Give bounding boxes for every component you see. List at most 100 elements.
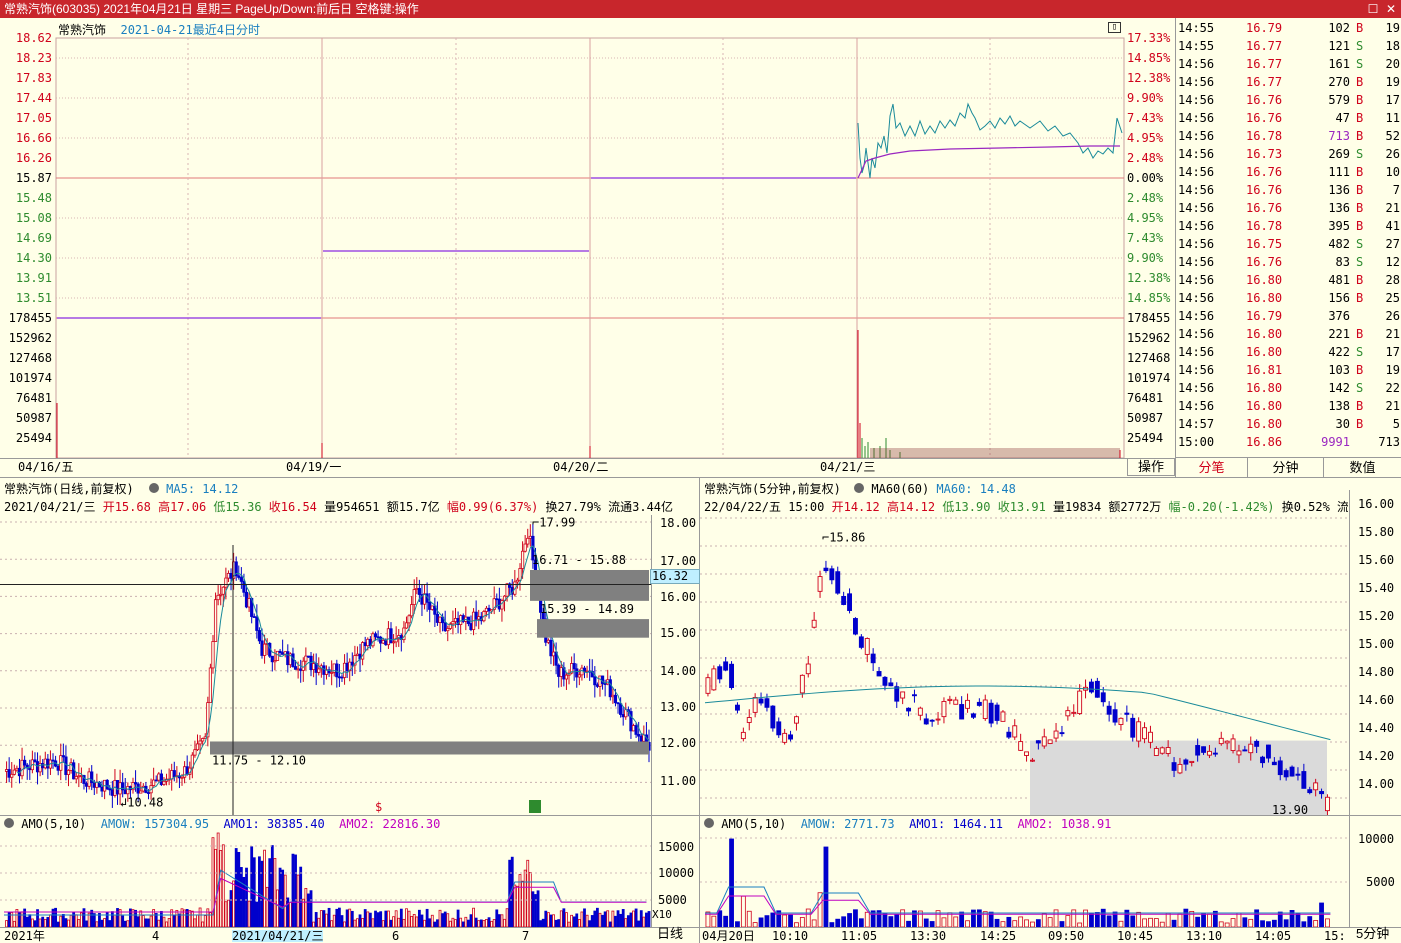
tick-side: B bbox=[1356, 165, 1364, 179]
amo-bar bbox=[853, 909, 858, 927]
amo-bar bbox=[172, 914, 176, 927]
tick-price: 16.80 bbox=[1246, 381, 1283, 395]
candle bbox=[273, 660, 277, 663]
candle bbox=[770, 705, 776, 729]
amo-bar bbox=[167, 918, 171, 927]
candle bbox=[224, 577, 228, 588]
amo-bar bbox=[570, 914, 573, 927]
amo-bar bbox=[601, 914, 604, 927]
candle bbox=[1089, 681, 1094, 693]
tick-volume: 121 bbox=[1328, 39, 1350, 53]
tick-time: 14:57 bbox=[1178, 417, 1215, 431]
candle bbox=[941, 700, 947, 718]
amo-bar bbox=[513, 884, 517, 927]
amo-bar bbox=[1248, 918, 1254, 927]
tick-row: 14:56 16.80 142 S 22 bbox=[1178, 379, 1400, 397]
candle bbox=[1100, 692, 1106, 703]
amo-bar bbox=[389, 919, 393, 927]
candle bbox=[77, 775, 81, 778]
amo-2: AMO2: 1038.91 bbox=[1017, 817, 1112, 831]
info-field: 流通3.44亿 bbox=[608, 500, 674, 514]
candle bbox=[523, 543, 527, 552]
amo-bar bbox=[46, 917, 50, 927]
min5-kline-chart[interactable]: ⌐15.86 13.90 bbox=[700, 515, 1349, 815]
amo-bar bbox=[353, 919, 357, 927]
tick-count: 26 bbox=[1385, 309, 1400, 323]
candle bbox=[1047, 739, 1053, 744]
candle bbox=[1295, 773, 1301, 776]
tick-row: 14:56 16.76 47 B 11 bbox=[1178, 109, 1400, 127]
tick-time: 14:56 bbox=[1178, 255, 1215, 269]
tab-minutes[interactable]: 分钟 bbox=[1247, 458, 1323, 478]
candle bbox=[322, 665, 326, 675]
tick-count: 5 bbox=[1392, 417, 1400, 431]
amo-bar bbox=[301, 898, 305, 927]
daily-kline-chart[interactable]: ⌐17.99 16.71 - 15.88 15.39 - 14.89 11.75 - … bbox=[0, 515, 700, 815]
candle bbox=[572, 663, 576, 670]
indicator-toggle-icon[interactable] bbox=[854, 483, 865, 493]
candle bbox=[257, 630, 262, 642]
zone-label: 11.75 - 12.10 bbox=[212, 754, 306, 768]
amo-bar bbox=[1142, 918, 1147, 927]
close-icon[interactable]: ✕ bbox=[1382, 0, 1400, 18]
amo-bar bbox=[864, 911, 870, 927]
indicator-toggle-icon[interactable] bbox=[704, 818, 714, 828]
amo-bar bbox=[214, 848, 217, 927]
amo-bar bbox=[554, 919, 558, 927]
maximize-icon[interactable]: ☐ bbox=[1364, 0, 1382, 18]
candle bbox=[74, 776, 78, 780]
tick-time: 14:56 bbox=[1178, 327, 1215, 341]
candle bbox=[389, 628, 393, 643]
daily-price-axis: 18.00 17.00 16.00 15.00 14.00 13.00 12.0… bbox=[650, 515, 700, 815]
candle bbox=[391, 641, 396, 644]
candle bbox=[947, 698, 953, 701]
amo-bar bbox=[180, 908, 184, 927]
intraday-chart[interactable] bbox=[0, 18, 1175, 478]
candle bbox=[311, 663, 316, 670]
tick-price: 16.77 bbox=[1246, 75, 1283, 89]
amo-bar bbox=[387, 910, 390, 927]
amo-bar bbox=[888, 916, 894, 927]
daily-amo-chart bbox=[0, 832, 651, 927]
amo-bar bbox=[38, 918, 42, 927]
candle bbox=[799, 674, 805, 694]
candle bbox=[193, 749, 197, 756]
candle bbox=[528, 535, 532, 539]
candle bbox=[1271, 761, 1277, 766]
indicator-toggle-icon[interactable] bbox=[4, 818, 14, 828]
amo-bar bbox=[1006, 916, 1012, 927]
tab-ticks[interactable]: 分笔 bbox=[1175, 458, 1247, 478]
amo-bar bbox=[64, 918, 68, 927]
tick-count: 7 bbox=[1392, 183, 1400, 197]
candle bbox=[56, 765, 60, 771]
amo-bar bbox=[1153, 918, 1159, 927]
amo2-line bbox=[705, 895, 1331, 915]
tick-side: S bbox=[1356, 147, 1364, 161]
candle bbox=[711, 668, 717, 691]
candle bbox=[1041, 736, 1047, 747]
tick-side: B bbox=[1356, 219, 1364, 233]
candle bbox=[994, 704, 1000, 721]
candle bbox=[817, 576, 823, 592]
candle bbox=[729, 663, 734, 688]
candle bbox=[317, 668, 321, 673]
operate-tab[interactable]: 操作 bbox=[1127, 458, 1175, 476]
tick-price: 16.77 bbox=[1246, 39, 1283, 53]
tick-count: 21 bbox=[1385, 399, 1400, 413]
info-field: 22/04/22/五 15:00 bbox=[704, 500, 832, 514]
indicator-toggle-icon[interactable] bbox=[148, 483, 159, 493]
period-daily[interactable]: 日线 bbox=[657, 927, 683, 940]
candle bbox=[953, 699, 959, 705]
tick-price: 16.76 bbox=[1246, 183, 1283, 197]
candle bbox=[330, 671, 334, 674]
amo-bar bbox=[198, 907, 202, 927]
period-5min[interactable]: 5分钟 bbox=[1356, 927, 1389, 940]
tick-row: 14:56 16.76 83 S 12 bbox=[1178, 253, 1400, 271]
candle bbox=[51, 759, 55, 762]
tick-row: 14:55 16.79 102 B 19 bbox=[1178, 19, 1400, 37]
tab-values[interactable]: 数值 bbox=[1323, 458, 1401, 478]
tick-time: 14:56 bbox=[1178, 57, 1215, 71]
amo-bar bbox=[227, 899, 230, 927]
tick-price: 16.80 bbox=[1246, 417, 1283, 431]
amo-bar bbox=[157, 919, 161, 927]
